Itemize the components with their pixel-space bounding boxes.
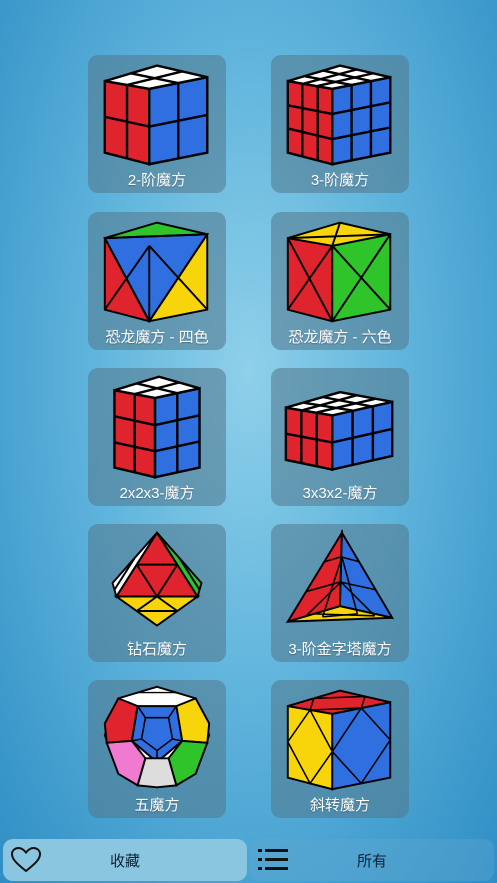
- puzzle-tile-2x2[interactable]: 2-阶魔方: [88, 55, 226, 193]
- puzzle-tile-megaminx[interactable]: 五魔方: [88, 680, 226, 818]
- puzzle-grid: 2-阶魔方 3-阶魔方 恐龙魔方 - 四色 恐龙魔方 - 六色 2x2x3-魔方…: [0, 0, 497, 830]
- puzzle-tile-pyraminx[interactable]: 3-阶金字塔魔方: [271, 524, 409, 662]
- tab-favorites[interactable]: 收藏: [3, 839, 247, 881]
- puzzle-label: 钻石魔方: [126, 641, 187, 658]
- puzzle-tile-skewb[interactable]: 斜转魔方: [271, 680, 409, 818]
- puzzle-label: 恐龙魔方 - 四色: [105, 329, 209, 346]
- cube-2x2-icon: [103, 64, 209, 166]
- cuboid-3x3x2-icon: [284, 390, 394, 472]
- puzzle-label: 2x2x3-魔方: [119, 485, 195, 502]
- puzzle-label: 斜转魔方: [309, 797, 370, 814]
- dino-cube-six-color-icon: [286, 221, 392, 323]
- skewb-icon: [286, 689, 392, 791]
- heart-icon: [11, 847, 41, 873]
- puzzle-tile-3x3[interactable]: 3-阶魔方: [271, 55, 409, 193]
- pyraminx-icon: [285, 529, 395, 624]
- puzzle-label: 恐龙魔方 - 六色: [288, 329, 392, 346]
- puzzle-label: 2-阶魔方: [127, 172, 187, 189]
- puzzle-label: 3-阶金字塔魔方: [288, 641, 392, 658]
- puzzle-tile-dino-six[interactable]: 恐龙魔方 - 六色: [271, 212, 409, 350]
- tab-all[interactable]: 所有: [250, 839, 494, 881]
- cuboid-2x2x3-icon: [113, 375, 201, 479]
- puzzle-label: 3-阶魔方: [310, 172, 370, 189]
- puzzle-tile-3x3x2[interactable]: 3x3x2-魔方: [271, 368, 409, 506]
- list-icon: [258, 849, 288, 870]
- puzzle-tile-dino-four[interactable]: 恐龙魔方 - 四色: [88, 212, 226, 350]
- puzzle-tile-2x2x3[interactable]: 2x2x3-魔方: [88, 368, 226, 506]
- diamond-octahedron-icon: [111, 530, 203, 627]
- dino-cube-four-color-icon: [103, 221, 210, 324]
- puzzle-label: 3x3x2-魔方: [302, 485, 378, 502]
- puzzle-label: 五魔方: [134, 797, 180, 814]
- megaminx-icon: [103, 685, 211, 789]
- puzzle-tile-diamond[interactable]: 钻石魔方: [88, 524, 226, 662]
- cube-3x3-icon: [286, 64, 392, 166]
- bottom-tab-bar: 收藏 所有: [0, 836, 497, 883]
